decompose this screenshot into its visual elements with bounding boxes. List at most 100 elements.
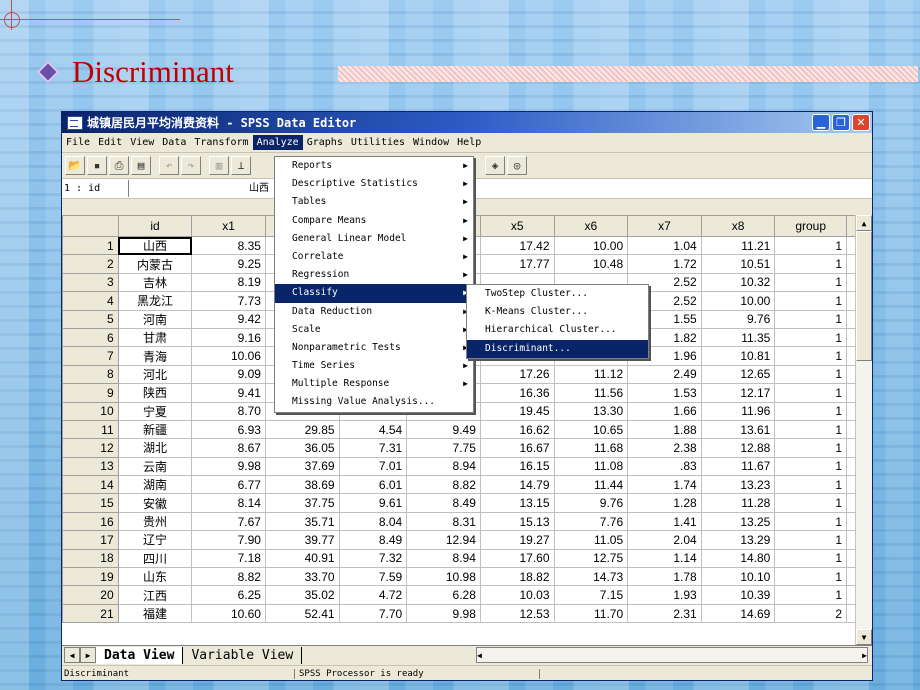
analyze-item-correlate[interactable]: Correlate ▶: [275, 248, 473, 266]
row-number[interactable]: 7: [62, 346, 119, 366]
cell-x8[interactable]: 13.25: [700, 511, 776, 532]
cell-id[interactable]: 陕西: [117, 383, 193, 403]
cell-x7[interactable]: 2.49: [627, 364, 702, 385]
cell-x5[interactable]: 16.15: [479, 456, 555, 477]
cell-x7[interactable]: 1.74: [627, 475, 702, 495]
column-header-x1[interactable]: x1: [191, 215, 266, 237]
window-titlebar[interactable]: 城镇居民月平均消费资料 - SPSS Data Editor ▁ ❐ ✕: [62, 112, 872, 133]
analyze-item-reports[interactable]: Reports ▶: [275, 157, 473, 175]
cell-x1[interactable]: 8.82: [191, 567, 266, 587]
cell-x7[interactable]: .83: [627, 456, 702, 477]
cell-x1[interactable]: 7.73: [191, 291, 266, 311]
analyze-item-multiple-response[interactable]: Multiple Response ▶: [275, 375, 473, 393]
cell-x3[interactable]: 7.31: [338, 438, 408, 458]
row-number[interactable]: 20: [62, 585, 119, 605]
dialog-recall-icon[interactable]: ▤: [131, 156, 151, 175]
cell-group[interactable]: 1: [774, 585, 847, 605]
cell-id[interactable]: 甘肃: [117, 327, 193, 348]
cell-group[interactable]: 1: [774, 475, 847, 495]
cell-id[interactable]: 内蒙古: [117, 254, 193, 274]
cell-x1[interactable]: 10.06: [191, 346, 266, 366]
cell-group[interactable]: 1: [774, 401, 847, 421]
tab-prev-arrow-icon[interactable]: ◀: [64, 647, 80, 663]
cell-group[interactable]: 1: [774, 327, 847, 348]
cell-x1[interactable]: 6.93: [191, 419, 266, 440]
cell-x7[interactable]: 1.14: [627, 548, 702, 569]
cell-x2[interactable]: 36.05: [264, 438, 340, 458]
cell-id[interactable]: 贵州: [117, 511, 193, 532]
cell-group[interactable]: 1: [774, 254, 847, 274]
cell-x5[interactable]: 17.77: [479, 254, 555, 274]
cell-group[interactable]: 1: [774, 456, 847, 477]
cell-id[interactable]: 辽宁: [117, 530, 193, 550]
cell-x8[interactable]: 14.69: [700, 603, 776, 624]
cell-x8[interactable]: 10.51: [700, 254, 776, 274]
cell-group[interactable]: 1: [774, 548, 847, 569]
cell-group[interactable]: 1: [774, 438, 847, 458]
row-number[interactable]: 18: [62, 548, 119, 569]
row-number[interactable]: 3: [62, 272, 119, 293]
cell-x1[interactable]: 9.09: [191, 364, 266, 385]
cell-x6[interactable]: 9.76: [553, 493, 629, 513]
row-number[interactable]: 4: [62, 291, 119, 311]
row-number[interactable]: 13: [62, 456, 119, 477]
cell-id[interactable]: 山西: [117, 235, 193, 256]
cell-group[interactable]: 1: [774, 493, 847, 513]
analyze-item-descriptive-statistics[interactable]: Descriptive Statistics ▶: [275, 175, 473, 193]
cell-x3[interactable]: 8.04: [338, 511, 408, 532]
cell-x6[interactable]: 13.30: [553, 401, 629, 421]
cell-x8[interactable]: 12.88: [700, 438, 776, 458]
cell-x5[interactable]: 19.27: [479, 530, 555, 550]
cell-id[interactable]: 湖南: [117, 475, 193, 495]
cell-id[interactable]: 湖北: [117, 438, 193, 458]
save-icon[interactable]: ▪: [87, 156, 107, 175]
cell-x1[interactable]: 8.14: [191, 493, 266, 513]
cell-group[interactable]: 1: [774, 364, 847, 385]
cell-x7[interactable]: 1.04: [627, 235, 702, 256]
cell-x4[interactable]: 8.49: [406, 493, 481, 513]
cell-x8[interactable]: 10.32: [700, 272, 776, 293]
cell-x6[interactable]: 11.08: [553, 456, 629, 477]
redo-icon[interactable]: ↷: [181, 156, 201, 175]
cell-id[interactable]: 河北: [117, 364, 193, 385]
cell-x2[interactable]: 35.02: [264, 585, 340, 605]
menu-file[interactable]: File: [62, 135, 94, 150]
cell-group[interactable]: 1: [774, 383, 847, 403]
cell-x6[interactable]: 14.73: [553, 567, 629, 587]
menu-edit[interactable]: Edit: [94, 135, 126, 150]
analyze-item-scale[interactable]: Scale▶: [275, 321, 473, 339]
scroll-up-arrow-icon[interactable]: ▲: [856, 215, 872, 231]
close-button[interactable]: ✕: [852, 114, 870, 131]
cell-value-input[interactable]: 山西: [129, 180, 872, 197]
cell-x3[interactable]: 4.72: [338, 585, 408, 605]
menu-analyze[interactable]: Analyze: [252, 135, 303, 150]
cell-x3[interactable]: 7.01: [338, 456, 408, 477]
cell-x1[interactable]: 8.19: [191, 272, 266, 293]
analyze-item-nonparametric-tests[interactable]: Nonparametric Tests▶: [275, 339, 473, 357]
cell-x6[interactable]: 11.68: [553, 438, 629, 458]
cell-x5[interactable]: 16.62: [479, 419, 555, 440]
cell-x5[interactable]: 15.13: [479, 511, 555, 532]
cell-x7[interactable]: 1.41: [627, 511, 702, 532]
cell-id[interactable]: 云南: [117, 456, 193, 477]
use-sets-icon[interactable]: ◎: [507, 156, 527, 175]
cell-x7[interactable]: 2.31: [627, 603, 702, 624]
row-number[interactable]: 6: [62, 327, 119, 348]
cell-x8[interactable]: 10.10: [700, 567, 776, 587]
cell-x8[interactable]: 11.35: [700, 327, 776, 348]
cell-x8[interactable]: 13.61: [700, 419, 776, 440]
row-number[interactable]: 5: [62, 309, 119, 329]
cell-x4[interactable]: 10.98: [406, 567, 481, 587]
cell-group[interactable]: 1: [774, 567, 847, 587]
cell-id[interactable]: 青海: [117, 346, 193, 366]
cell-id[interactable]: 宁夏: [117, 401, 193, 421]
cell-group[interactable]: 2: [774, 603, 847, 624]
menu-utilities[interactable]: Utilities: [347, 135, 409, 150]
cell-group[interactable]: 1: [774, 309, 847, 329]
row-number[interactable]: 2: [62, 254, 119, 274]
cell-x4[interactable]: 8.82: [406, 475, 481, 495]
cell-x4[interactable]: 8.31: [406, 511, 481, 532]
cell-id[interactable]: 黑龙江: [117, 291, 193, 311]
cell-x8[interactable]: 13.29: [700, 530, 776, 550]
cell-x7[interactable]: 1.28: [627, 493, 702, 513]
